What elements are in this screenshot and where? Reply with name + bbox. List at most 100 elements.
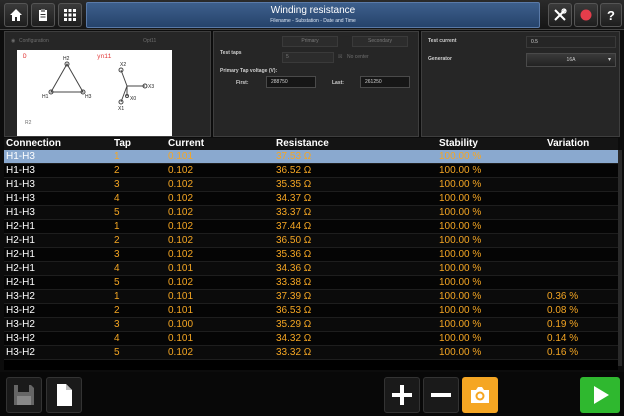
generator-label: Generator: [428, 56, 452, 62]
table-row[interactable]: H1-H3 1 0.101 37.53 Ω 100.00 %: [4, 150, 618, 164]
node-h3: H3: [85, 94, 92, 100]
save-button[interactable]: [6, 377, 42, 413]
cell-stability: 100.00 %: [439, 207, 482, 218]
primary-button[interactable]: Primary: [282, 36, 338, 47]
home-icon: [10, 9, 22, 21]
tools-button[interactable]: [548, 3, 572, 27]
cell-connection: H3-H2: [6, 319, 35, 330]
cell-resistance: 33.37 Ω: [276, 207, 312, 218]
wye-winding: X2 X3 X0 X1: [118, 62, 154, 112]
add-button[interactable]: [384, 377, 420, 413]
tab-configuration[interactable]: Configuration: [19, 38, 49, 44]
voltage-label: Primary Tap voltage (V):: [220, 68, 278, 74]
test-taps-label: Test taps: [220, 50, 242, 56]
test-current-label: Test current: [428, 38, 457, 44]
cell-stability: 100.00 %: [439, 291, 482, 302]
header-variation[interactable]: Variation: [547, 138, 589, 150]
results-table: Connection Tap Current Resistance Stabil…: [4, 138, 618, 370]
cell-current: 0.102: [168, 235, 194, 246]
secondary-button[interactable]: Secondary: [352, 36, 408, 47]
cell-tap: 2: [114, 165, 120, 176]
table-row[interactable]: H2-H1 3 0.102 35.36 Ω 100.00 %: [4, 248, 618, 262]
clipboard-button[interactable]: [31, 3, 55, 27]
table-row[interactable]: H2-H1 5 0.102 33.38 Ω 100.00 %: [4, 276, 618, 290]
table-row[interactable]: H1-H3 3 0.102 35.35 Ω 100.00 %: [4, 178, 618, 192]
grid-button[interactable]: [58, 3, 82, 27]
table-row[interactable]: H3-H2 1 0.101 37.39 Ω 100.00 % 0.36 %: [4, 290, 618, 304]
cell-current: 0.100: [168, 319, 194, 330]
cell-current: 0.102: [168, 277, 194, 288]
table-row[interactable]: H1-H3 5 0.102 33.37 Ω 100.00 %: [4, 206, 618, 220]
header-connection[interactable]: Connection: [6, 138, 61, 150]
winding-resistance-app: Winding resistance Filename - Substation…: [0, 0, 624, 416]
header-resistance[interactable]: Resistance: [276, 138, 329, 150]
last-voltage-input[interactable]: 261250: [360, 76, 410, 88]
cell-stability: 100.00 %: [439, 221, 482, 232]
cell-variation: 0.08 %: [547, 305, 579, 316]
cell-tap: 2: [114, 235, 120, 246]
cell-stability: 100.00 %: [439, 151, 482, 162]
cell-tap: 3: [114, 249, 120, 260]
table-row[interactable]: H1-H3 4 0.102 34.37 Ω 100.00 %: [4, 192, 618, 206]
camera-button[interactable]: [462, 377, 498, 413]
neutral-checkbox-icon[interactable]: ☒: [338, 54, 342, 60]
clipboard-icon: [39, 9, 47, 21]
cell-resistance: 35.29 Ω: [276, 319, 312, 330]
title-box: Winding resistance Filename - Substation…: [86, 2, 540, 28]
cell-current: 0.101: [168, 291, 194, 302]
cell-tap: 1: [114, 291, 120, 302]
table-row[interactable]: H3-H2 3 0.100 35.29 Ω 100.00 % 0.19 %: [4, 318, 618, 332]
first-voltage-input[interactable]: 288750: [266, 76, 316, 88]
cell-connection: H1-H3: [6, 193, 35, 204]
table-body: H1-H3 1 0.101 37.53 Ω 100.00 % H1-H3 2 0.102 36.…: [4, 150, 618, 360]
cell-current: 0.101: [168, 305, 194, 316]
cell-connection: H1-H3: [6, 165, 35, 176]
label-yn: yn11: [97, 53, 112, 60]
cell-tap: 4: [114, 193, 120, 204]
generator-select[interactable]: 16A ▾: [526, 53, 616, 67]
cell-stability: 100.00 %: [439, 165, 482, 176]
home-button[interactable]: [4, 3, 28, 27]
cell-resistance: 34.37 Ω: [276, 193, 312, 204]
cell-resistance: 37.53 Ω: [276, 151, 312, 162]
test-taps-input[interactable]: 5: [282, 52, 334, 63]
document-button[interactable]: [46, 377, 82, 413]
header-tap[interactable]: Tap: [114, 138, 131, 150]
plus-icon: [392, 385, 412, 405]
table-scrollbar[interactable]: [618, 150, 622, 366]
cell-resistance: 37.44 Ω: [276, 221, 312, 232]
cell-tap: 5: [114, 207, 120, 218]
cell-tap: 3: [114, 179, 120, 190]
play-icon: [594, 386, 609, 404]
table-row[interactable]: H2-H1 1 0.102 37.44 Ω 100.00 %: [4, 220, 618, 234]
cell-variation: 0.19 %: [547, 319, 579, 330]
table-row[interactable]: H1-H3 2 0.102 36.52 Ω 100.00 %: [4, 164, 618, 178]
cell-resistance: 35.35 Ω: [276, 179, 312, 190]
cell-tap: 5: [114, 347, 120, 358]
configuration-panel: ◉ Configuration Opt11 D yn11 H2 H1 H3 X2…: [4, 31, 211, 137]
cell-tap: 4: [114, 263, 120, 274]
cell-stability: 100.00 %: [439, 305, 482, 316]
start-button[interactable]: [580, 377, 620, 413]
table-row[interactable]: H2-H1 2 0.102 36.50 Ω 100.00 %: [4, 234, 618, 248]
table-row[interactable]: H3-H2 5 0.102 33.32 Ω 100.00 % 0.16 %: [4, 346, 618, 360]
cell-resistance: 36.50 Ω: [276, 235, 312, 246]
header-stability[interactable]: Stability: [439, 138, 478, 150]
header-current[interactable]: Current: [168, 138, 204, 150]
cell-stability: 100.00 %: [439, 179, 482, 190]
node-h1: H1: [42, 94, 49, 100]
table-row[interactable]: H3-H2 4 0.101 34.32 Ω 100.00 % 0.14 %: [4, 332, 618, 346]
record-button[interactable]: [574, 3, 598, 27]
cell-stability: 100.00 %: [439, 277, 482, 288]
remove-button[interactable]: [423, 377, 459, 413]
label-delta: D: [23, 53, 27, 60]
table-row[interactable]: H3-H2 2 0.101 36.53 Ω 100.00 % 0.08 %: [4, 304, 618, 318]
save-icon: [14, 385, 34, 405]
table-row[interactable]: H2-H1 4 0.101 34.36 Ω 100.00 %: [4, 262, 618, 276]
help-button[interactable]: ?: [600, 3, 622, 27]
test-current-input[interactable]: 0.5: [526, 36, 616, 48]
cell-stability: 100.00 %: [439, 249, 482, 260]
top-bar: Winding resistance Filename - Substation…: [0, 0, 624, 30]
tab-opt[interactable]: Opt11: [143, 38, 156, 44]
config-radio-icon[interactable]: ◉: [11, 38, 15, 44]
